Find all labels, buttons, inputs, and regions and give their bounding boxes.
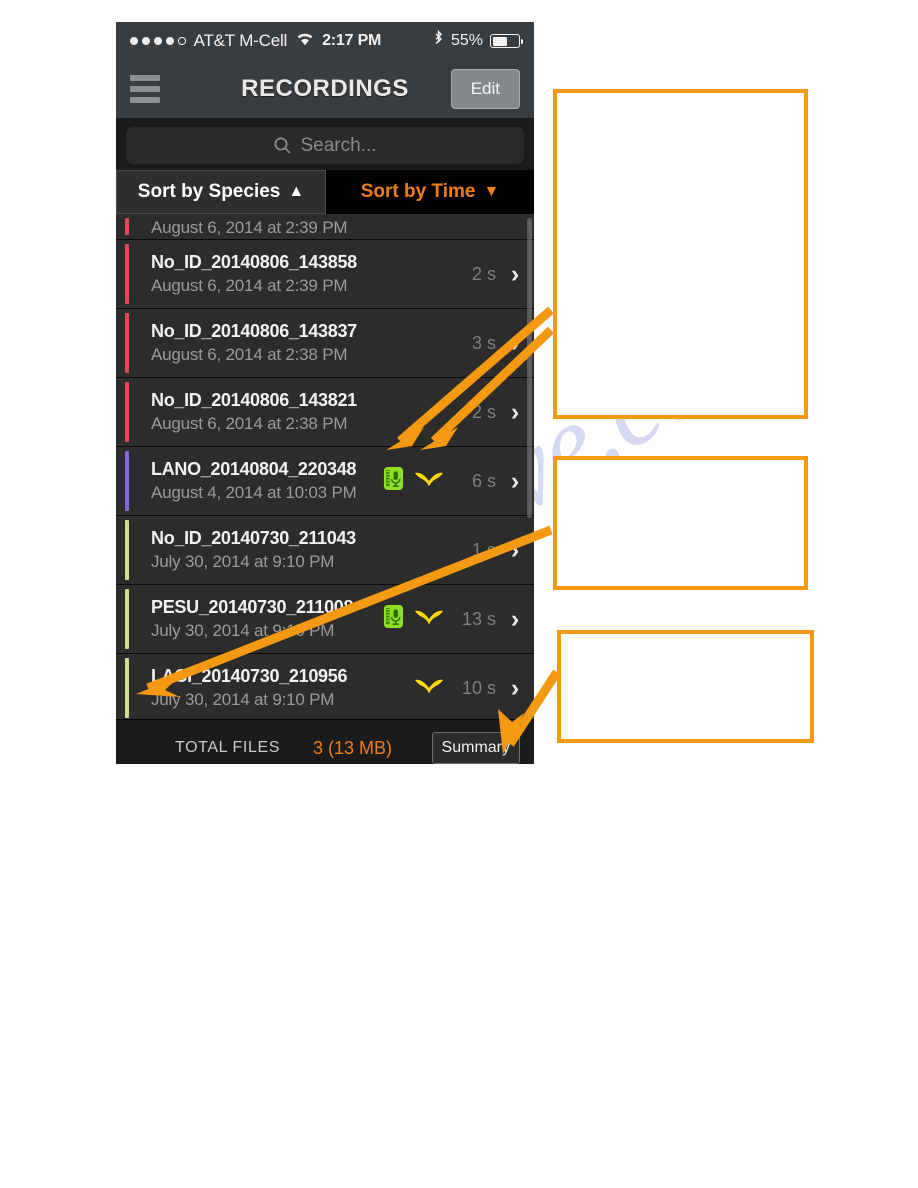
recorder-mic-icon	[383, 466, 404, 496]
list-item[interactable]: PESU_20140730_211008 July 30, 2014 at 9:1…	[116, 585, 534, 654]
list-item[interactable]: No_ID_20140730_211043 July 30, 2014 at 9:…	[116, 516, 534, 585]
edit-button[interactable]: Edit	[450, 69, 520, 109]
species-color-bar	[125, 589, 129, 649]
list-item-icons	[383, 604, 444, 634]
list-item-duration: 13 s	[461, 608, 496, 629]
bat-species-icon	[414, 608, 444, 631]
list-item[interactable]: LANO_20140804_220348 August 4, 2014 at 10…	[116, 447, 534, 516]
list-item-filename: No_ID_20140806_143837	[151, 321, 357, 341]
list-item-duration: 3 s	[471, 332, 496, 353]
list-item-date: July 30, 2014 at 9:10 PM	[151, 552, 335, 571]
battery-percent-label: 55%	[450, 32, 483, 49]
bat-species-icon	[414, 470, 444, 493]
list-item-date: August 6, 2014 at 2:39 PM	[151, 218, 348, 237]
battery-icon	[490, 34, 523, 48]
sort-by-species-button[interactable]: Sort by Species ▲	[116, 170, 326, 214]
sort-bar: Sort by Species ▲ Sort by Time ▼	[116, 170, 534, 214]
sort-species-arrow-icon: ▲	[288, 183, 305, 200]
disclosure-chevron-icon[interactable]: ›	[496, 674, 534, 703]
species-color-bar	[125, 313, 129, 373]
species-color-bar	[125, 451, 129, 511]
list-item-duration: 2 s	[471, 263, 496, 284]
list-item-filename: No_ID_20140806_143858	[151, 252, 357, 272]
list-item[interactable]: No_ID_20140806_143858 August 6, 2014 at 2…	[116, 240, 534, 309]
species-color-bar	[125, 520, 129, 580]
list-item-date: August 6, 2014 at 2:39 PM	[151, 276, 348, 295]
hamburger-menu-icon[interactable]	[130, 75, 160, 103]
list-item-filename: LACI_20140730_210956	[151, 666, 348, 686]
clock-label: 2:17 PM	[322, 32, 382, 49]
list-item[interactable]: LACI_20140730_210956 July 30, 2014 at 9:1…	[116, 654, 534, 719]
list-item-duration: 10 s	[461, 677, 496, 698]
search-placeholder: Search...	[300, 134, 377, 156]
signal-strength-icon	[130, 37, 186, 45]
list-item-filename: No_ID_20140806_143821	[151, 390, 357, 410]
sort-species-label: Sort by Species	[137, 181, 281, 202]
list-item-duration: 1 s	[471, 539, 496, 560]
recorder-mic-icon	[383, 604, 404, 634]
total-files-label: TOTAL FILES	[175, 739, 280, 756]
callout-box-top	[553, 89, 808, 419]
species-color-bar	[125, 382, 129, 442]
phone-screenshot: AT&T M-Cell 2:17 PM 55% RECORDINGS Edit …	[116, 22, 534, 764]
list-item-duration: 6 s	[471, 470, 496, 491]
footer-bar: TOTAL FILES 3 (13 MB) Summary	[116, 719, 534, 764]
species-color-bar	[125, 658, 129, 718]
sort-time-arrow-icon: ▼	[483, 183, 500, 200]
wifi-icon	[295, 31, 315, 51]
list-item-date: August 6, 2014 at 2:38 PM	[151, 414, 348, 433]
list-item[interactable]: No_ID_20140806_143821 August 6, 2014 at 2…	[116, 378, 534, 447]
search-bar-container: Search...	[116, 118, 534, 170]
disclosure-chevron-icon[interactable]: ›	[496, 605, 534, 634]
total-files-value: 3 (13 MB)	[313, 737, 393, 758]
list-item-icons	[383, 466, 444, 496]
list-item-filename: No_ID_20140730_211043	[151, 528, 356, 548]
disclosure-chevron-icon[interactable]: ›	[496, 536, 534, 565]
recordings-list[interactable]: August 6, 2014 at 2:39 PM No_ID_20140806…	[116, 214, 534, 719]
species-color-bar	[125, 218, 129, 235]
search-input[interactable]: Search...	[126, 127, 524, 164]
callout-box-middle	[553, 456, 808, 590]
status-bar: AT&T M-Cell 2:17 PM 55%	[116, 22, 534, 60]
search-icon	[273, 136, 292, 155]
list-item-date: July 30, 2014 at 9:10 PM	[151, 621, 335, 640]
list-item-date: August 6, 2014 at 2:38 PM	[151, 345, 348, 364]
list-item[interactable]: No_ID_20140806_143837 August 6, 2014 at 2…	[116, 309, 534, 378]
bat-species-icon	[414, 677, 444, 700]
species-color-bar	[125, 244, 129, 304]
list-scrollbar[interactable]	[527, 218, 532, 518]
list-item-date: August 4, 2014 at 10:03 PM	[151, 483, 357, 502]
nav-bar: RECORDINGS Edit	[116, 60, 534, 118]
list-item-partial[interactable]: August 6, 2014 at 2:39 PM	[116, 214, 534, 240]
summary-button[interactable]: Summary	[431, 732, 520, 764]
list-item-filename: PESU_20140730_211008	[151, 597, 354, 617]
callout-box-bottom	[557, 630, 814, 743]
sort-time-label: Sort by Time	[360, 181, 476, 202]
sort-by-time-button[interactable]: Sort by Time ▼	[326, 170, 534, 214]
list-item-duration: 2 s	[471, 401, 496, 422]
list-item-filename: LANO_20140804_220348	[151, 459, 357, 479]
list-item-icons	[414, 677, 444, 700]
bluetooth-icon	[433, 29, 444, 53]
carrier-label: AT&T M-Cell	[193, 31, 288, 50]
list-item-date: July 30, 2014 at 9:10 PM	[151, 690, 335, 709]
